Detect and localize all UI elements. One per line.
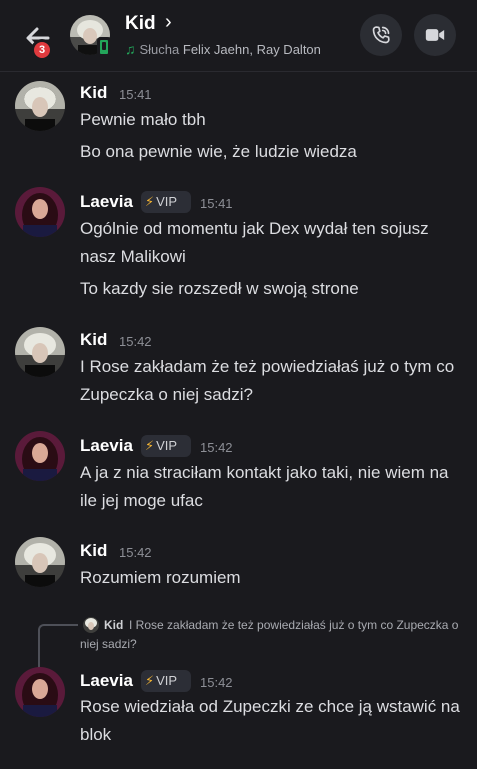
message-author[interactable]: Laevia	[80, 436, 133, 456]
mobile-status-icon	[97, 37, 111, 57]
message-timestamp: 15:41	[200, 196, 233, 211]
chevron-right-icon[interactable]: ›	[165, 11, 172, 34]
message-text: To kazdy sie rozszedł w swoją strone	[80, 279, 359, 298]
avatar[interactable]	[15, 431, 65, 481]
avatar[interactable]	[15, 667, 65, 717]
reply-preview[interactable]: I Rose zakładam że też powiedziałaś już …	[80, 616, 460, 654]
message-text: Rose wiedziała od Zupeczki ze chce ją ws…	[80, 697, 460, 744]
reply-connector	[38, 624, 78, 668]
reply-preview-text: I Rose zakładam że też powiedziałaś już …	[80, 618, 459, 651]
message-text: A ja z nia straciłam kontakt jako taki, …	[80, 463, 449, 510]
message-author[interactable]: Laevia	[80, 671, 133, 691]
video-camera-icon	[425, 29, 445, 41]
avatar[interactable]	[15, 537, 65, 587]
voice-call-button[interactable]	[360, 14, 402, 56]
avatar	[83, 617, 99, 633]
vip-label: VIP	[156, 673, 178, 688]
phone-icon	[372, 26, 390, 44]
message-text: Pewnie mało tbh	[80, 110, 206, 129]
vip-badge: ⚡ VIP	[141, 435, 191, 457]
reply-author[interactable]: Kid	[104, 618, 123, 632]
message-author[interactable]: Kid	[80, 83, 107, 103]
lightning-icon: ⚡	[145, 438, 155, 453]
vip-badge: ⚡ VIP	[141, 191, 191, 213]
message-text: Rozumiem rozumiem	[80, 568, 241, 587]
message-timestamp: 15:42	[119, 334, 152, 349]
message-timestamp: 15:42	[200, 675, 233, 690]
avatar[interactable]	[15, 327, 65, 377]
lightning-icon: ⚡	[145, 673, 155, 688]
message-text: Bo ona pewnie wie, że ludzie wiedza	[80, 142, 357, 161]
lightning-icon: ⚡	[145, 194, 155, 209]
message-author[interactable]: Kid	[80, 330, 107, 350]
unread-badge: 3	[31, 39, 53, 61]
activity-status: ♫ Słucha Felix Jaehn, Ray Dalton	[125, 41, 321, 57]
activity-artists: Felix Jaehn, Ray Dalton	[182, 42, 321, 57]
page-title[interactable]: Kid	[125, 13, 156, 35]
vip-label: VIP	[156, 438, 178, 453]
avatar[interactable]	[15, 81, 65, 131]
message-timestamp: 15:41	[119, 87, 152, 102]
avatar[interactable]	[15, 187, 65, 237]
message-author[interactable]: Laevia	[80, 192, 133, 212]
message-timestamp: 15:42	[119, 545, 152, 560]
vip-label: VIP	[156, 194, 178, 209]
vip-badge: ⚡ VIP	[141, 670, 191, 692]
video-call-button[interactable]	[414, 14, 456, 56]
chat-header: 3 Kid › ♫ Słucha Felix Jaehn, Ray Dalton	[0, 0, 477, 72]
message-timestamp: 15:42	[200, 440, 233, 455]
message-author[interactable]: Kid	[80, 541, 107, 561]
music-note-icon: ♫	[125, 41, 136, 57]
activity-prefix: Słucha	[139, 42, 180, 57]
message-text: I Rose zakładam że też powiedziałaś już …	[80, 357, 455, 404]
message-text: Ogólnie od momentu jak Dex wydał ten soj…	[80, 219, 429, 266]
